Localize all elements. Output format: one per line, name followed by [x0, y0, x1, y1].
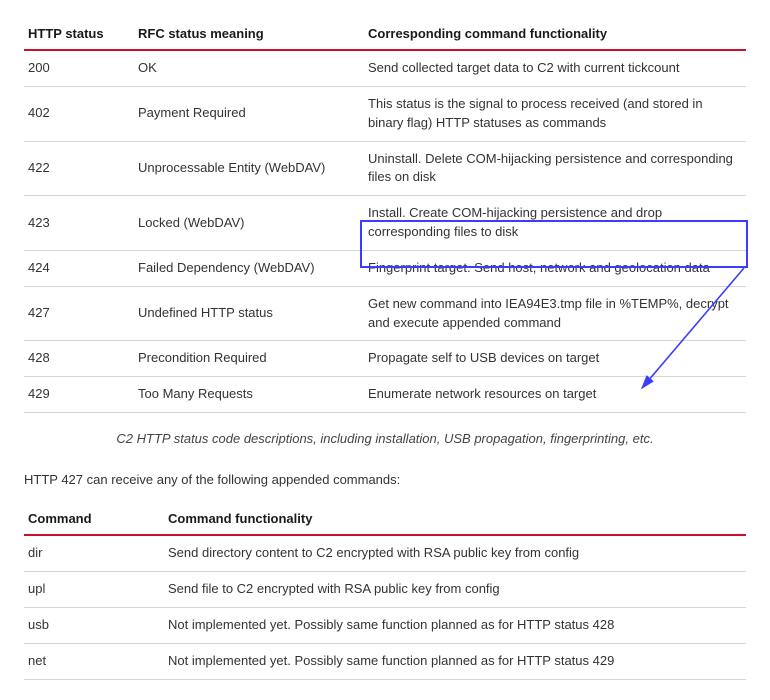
table-row: 424 Failed Dependency (WebDAV) Fingerpri…	[24, 250, 746, 286]
table-row-highlighted: 427 Undefined HTTP status Get new comman…	[24, 286, 746, 341]
table1-caption: C2 HTTP status code descriptions, includ…	[24, 431, 746, 446]
col-http-status: HTTP status	[24, 20, 134, 50]
table-row: usb Not implemented yet. Possibly same f…	[24, 607, 746, 643]
table-row: upl Send file to C2 encrypted with RSA p…	[24, 571, 746, 607]
table-row: net Not implemented yet. Possibly same f…	[24, 643, 746, 679]
col-command-functionality: Command functionality	[164, 505, 746, 535]
table-row: 402 Payment Required This status is the …	[24, 86, 746, 141]
http-status-table: HTTP status RFC status meaning Correspon…	[24, 20, 746, 413]
table-row: 423 Locked (WebDAV) Install. Create COM-…	[24, 196, 746, 251]
table-row: dir Send directory content to C2 encrypt…	[24, 535, 746, 571]
intro-paragraph: HTTP 427 can receive any of the followin…	[24, 472, 746, 487]
command-table: Command Command functionality dir Send d…	[24, 505, 746, 679]
col-rfc-meaning: RFC status meaning	[134, 20, 364, 50]
col-command: Command	[24, 505, 164, 535]
table-row: 422 Unprocessable Entity (WebDAV) Uninst…	[24, 141, 746, 196]
col-functionality: Corresponding command functionality	[364, 20, 746, 50]
table-row: 428 Precondition Required Propagate self…	[24, 341, 746, 377]
table-row: 429 Too Many Requests Enumerate network …	[24, 377, 746, 413]
table-row: 200 OK Send collected target data to C2 …	[24, 50, 746, 86]
